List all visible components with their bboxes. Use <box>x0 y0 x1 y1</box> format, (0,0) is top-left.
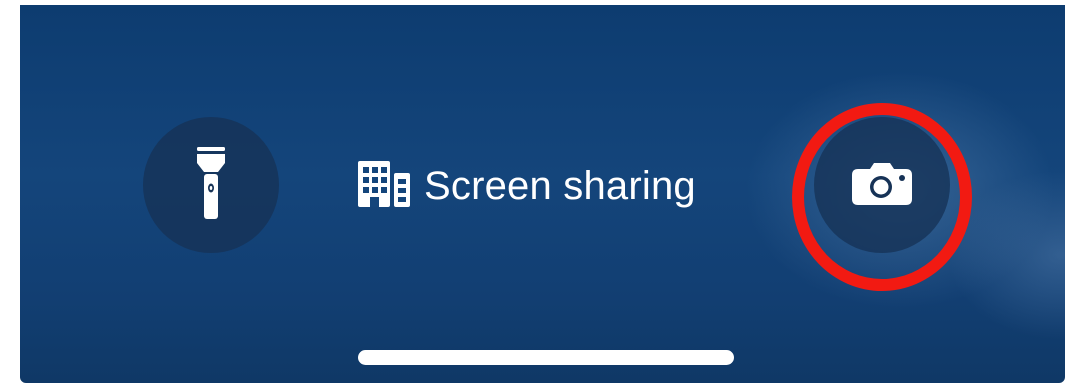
screen-share-icon <box>358 160 410 212</box>
screen-sharing-label: Screen sharing <box>424 163 696 208</box>
home-indicator[interactable] <box>358 350 734 365</box>
flashlight-button[interactable] <box>143 117 279 253</box>
camera-icon <box>852 161 912 210</box>
screen-sharing-status[interactable]: Screen sharing <box>358 155 696 217</box>
lock-screen-bottom: Screen sharing <box>20 5 1065 383</box>
flashlight-icon <box>196 146 226 224</box>
camera-button[interactable] <box>814 117 950 253</box>
